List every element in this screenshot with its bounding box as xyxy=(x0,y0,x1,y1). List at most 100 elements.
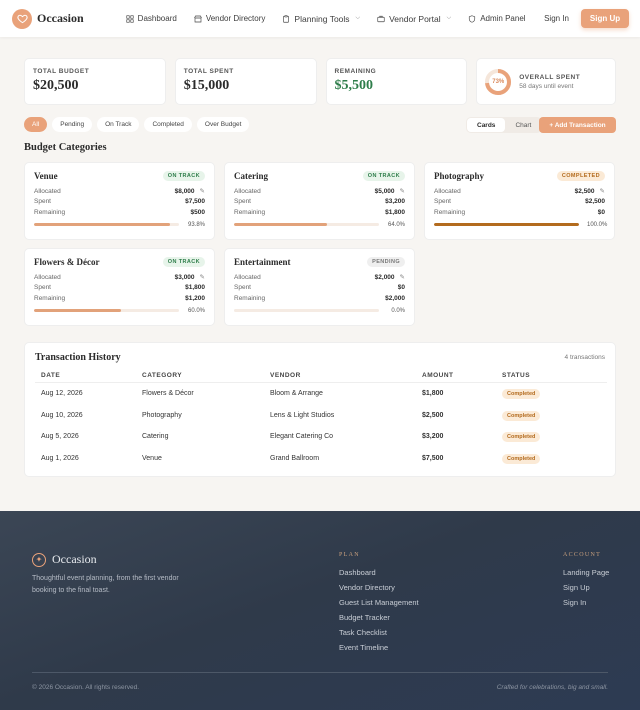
row-label: Remaining xyxy=(234,294,266,302)
table-row[interactable]: Aug 1, 2026 Venue Grand Ballroom $7,500 … xyxy=(35,448,607,470)
row-label: Remaining xyxy=(34,294,66,302)
category-card[interactable]: Catering ON TRACK Allocated $5,000 ✎ Spent… xyxy=(224,162,415,240)
row-label: Allocated xyxy=(34,273,61,281)
category-card[interactable]: Photography COMPLETED Allocated $2,500 ✎ S… xyxy=(424,162,615,240)
brand-name[interactable]: Occasion xyxy=(37,11,84,26)
progress: 100.0% xyxy=(434,221,608,228)
progress-ring: 73% xyxy=(484,68,512,96)
footer-link[interactable]: Budget Tracker xyxy=(339,613,419,628)
filter-pending[interactable]: Pending xyxy=(52,117,93,132)
footer-link[interactable]: Landing Page xyxy=(563,568,609,583)
spent-value: $0 xyxy=(397,284,405,292)
row-label: Spent xyxy=(234,284,251,292)
sign-in-link[interactable]: Sign In xyxy=(544,14,569,23)
progress-percent: 60.0% xyxy=(187,307,205,314)
remaining-row: Remaining $1,800 xyxy=(234,207,405,218)
nav-vendor-portal[interactable]: Vendor Portal ⌵ xyxy=(377,14,451,24)
nav-admin-panel[interactable]: Admin Panel xyxy=(468,14,526,23)
pencil-edit-icon[interactable]: ✎ xyxy=(400,274,405,281)
spent-row: Spent $2,500 xyxy=(434,197,605,208)
footer-link[interactable]: Guest List Management xyxy=(339,598,419,613)
logo-heart-icon[interactable] xyxy=(12,8,32,29)
category-card[interactable]: Flowers & Décor ON TRACK Allocated $3,000… xyxy=(24,248,215,326)
progress-fill xyxy=(34,309,121,312)
grid-icon xyxy=(126,14,134,23)
row-label: Remaining xyxy=(434,208,466,216)
status-filters: All Pending On Track Completed Over Budg… xyxy=(24,117,250,132)
pencil-edit-icon[interactable]: ✎ xyxy=(200,188,205,195)
stat-label: OVERALL SPENT xyxy=(519,73,581,81)
row-label: Allocated xyxy=(234,273,261,281)
budget-categories-title: Budget Categories xyxy=(24,142,107,153)
cell-category: Flowers & Décor xyxy=(142,390,194,398)
progress-bar xyxy=(34,309,179,312)
footer-link[interactable]: Vendor Directory xyxy=(339,583,419,598)
allocated-value: $8,000 xyxy=(174,188,195,196)
cell-date: Aug 5, 2026 xyxy=(41,433,79,441)
status-badge: Completed xyxy=(502,389,541,400)
footer-link[interactable]: Dashboard xyxy=(339,568,419,583)
nav-dashboard[interactable]: Dashboard xyxy=(126,14,177,23)
allocated-row: Allocated $2,500 ✎ xyxy=(434,186,605,197)
col-category[interactable]: CATEGORY xyxy=(142,372,270,379)
spent-row: Spent $3,200 xyxy=(234,197,405,208)
remaining-value: $500 xyxy=(190,208,205,216)
view-chart-button[interactable]: Chart xyxy=(505,118,541,132)
allocated-row: Allocated $8,000 ✎ xyxy=(34,186,205,197)
category-card[interactable]: Venue ON TRACK Allocated $8,000 ✎ Spent $7,… xyxy=(24,162,215,240)
nav-vendor-directory[interactable]: Vendor Directory xyxy=(194,14,265,23)
top-navbar: Occasion Dashboard Vendor Directory Plan… xyxy=(0,0,640,37)
col-status[interactable]: STATUS xyxy=(502,372,607,379)
row-label: Spent xyxy=(34,198,51,206)
nav-label: Planning Tools xyxy=(294,13,350,24)
footer-plan-heading: PLAN xyxy=(339,552,360,558)
filter-completed[interactable]: Completed xyxy=(144,117,192,132)
stat-label: TOTAL SPENT xyxy=(183,68,234,75)
remaining-value: $1,800 xyxy=(385,208,405,216)
view-cards-button[interactable]: Cards xyxy=(467,118,506,132)
filter-over-budget[interactable]: Over Budget xyxy=(196,117,250,132)
footer: ✦ Occasion Thoughtful event planning, fr… xyxy=(0,511,640,710)
progress-percent: 93.8% xyxy=(187,221,205,228)
add-transaction-button[interactable]: + Add Transaction xyxy=(539,117,616,133)
table-row[interactable]: Aug 12, 2026 Flowers & Décor Bloom & Arr… xyxy=(35,383,607,405)
nav-planning-tools[interactable]: Planning Tools ⌵ xyxy=(282,14,360,24)
spent-value: $7,500 xyxy=(185,198,205,206)
cell-amount: $3,200 xyxy=(422,433,444,441)
progress-percent: 64.0% xyxy=(387,221,405,228)
footer-link[interactable]: Sign In xyxy=(563,598,609,613)
cell-vendor: Elegant Catering Co xyxy=(270,433,334,441)
progress-percent: 0.0% xyxy=(391,307,405,314)
col-vendor[interactable]: VENDOR xyxy=(270,372,422,379)
col-amount[interactable]: AMOUNT xyxy=(422,372,502,379)
footer-brand[interactable]: ✦ Occasion xyxy=(32,552,97,567)
row-label: Spent xyxy=(234,198,251,206)
table-row[interactable]: Aug 10, 2026 Photography Lens & Light St… xyxy=(35,405,607,427)
footer-link[interactable]: Event Timeline xyxy=(339,643,419,658)
allocated-row: Allocated $2,000 ✎ xyxy=(234,272,405,283)
sign-up-button[interactable]: Sign Up xyxy=(581,9,629,28)
filter-all[interactable]: All xyxy=(24,117,48,132)
days-until-event: 58 days until event xyxy=(519,82,574,90)
spent-value: $3,200 xyxy=(385,198,405,206)
category-card[interactable]: Entertainment PENDING Allocated $2,000 ✎ S… xyxy=(224,248,415,326)
table-row[interactable]: Aug 5, 2026 Catering Elegant Catering Co… xyxy=(35,426,607,448)
footer-link[interactable]: Sign Up xyxy=(563,583,609,598)
category-name: Entertainment xyxy=(234,257,291,267)
cell-date: Aug 12, 2026 xyxy=(41,390,83,398)
row-label: Allocated xyxy=(234,187,261,195)
stat-value: $5,500 xyxy=(334,78,374,93)
allocated-value: $2,500 xyxy=(574,188,595,196)
pencil-edit-icon[interactable]: ✎ xyxy=(200,274,205,281)
allocated-value: $2,000 xyxy=(374,274,395,282)
remaining-row: Remaining $500 xyxy=(34,207,205,218)
main-nav: Dashboard Vendor Directory Planning Tool… xyxy=(126,14,543,24)
pencil-edit-icon[interactable]: ✎ xyxy=(400,188,405,195)
progress-fill xyxy=(434,223,579,226)
footer-link[interactable]: Task Checklist xyxy=(339,628,419,643)
filter-on-track[interactable]: On Track xyxy=(97,117,140,132)
col-date[interactable]: DATE xyxy=(35,372,142,379)
spent-row: Spent $1,800 xyxy=(34,283,205,294)
progress-percent: 100.0% xyxy=(587,221,608,228)
pencil-edit-icon[interactable]: ✎ xyxy=(600,188,605,195)
